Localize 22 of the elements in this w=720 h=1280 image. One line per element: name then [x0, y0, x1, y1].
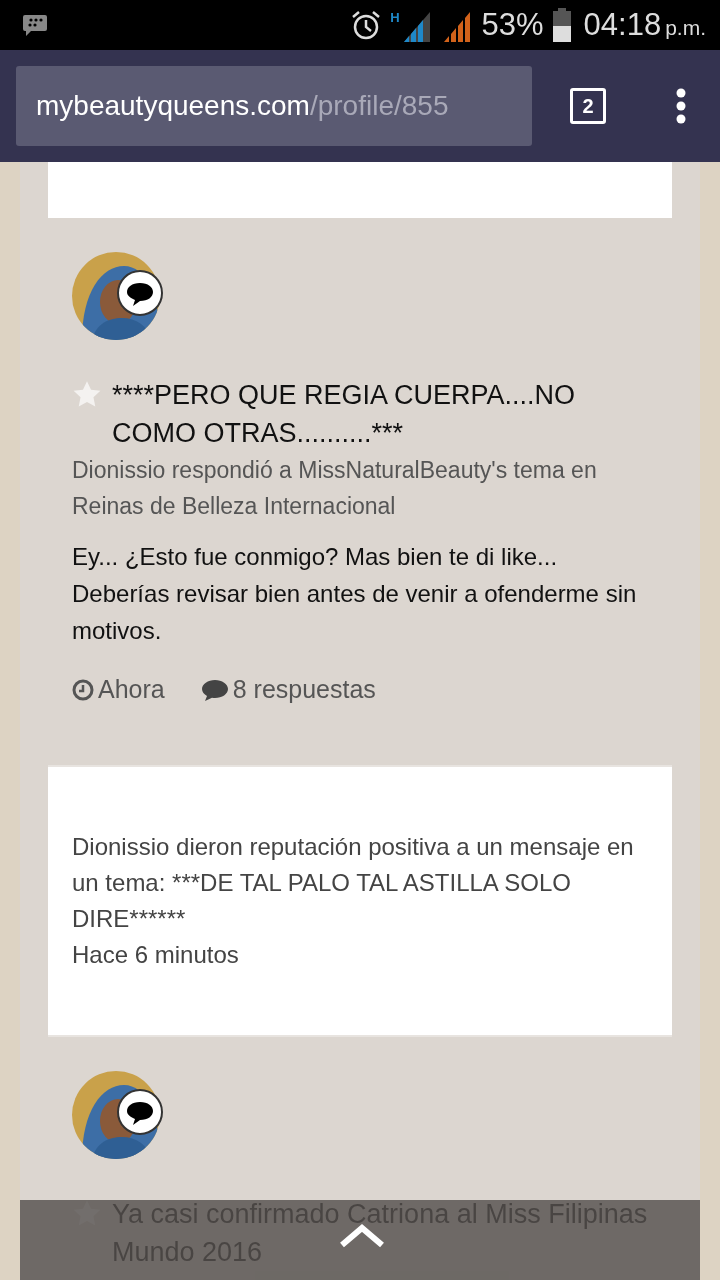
- tab-count-button[interactable]: 2: [570, 88, 606, 124]
- speech-bubble-icon: [116, 269, 164, 317]
- battery-percentage: 53%: [481, 5, 544, 44]
- post-excerpt: Ey... ¿Esto fue conmigo? Mas bien te di like... Deberías revisar bien antes de venir a ofenderme sin motivos.: [72, 542, 638, 646]
- menu-icon[interactable]: [676, 88, 686, 124]
- clock-period: p.m.: [665, 14, 706, 41]
- post-time: Ahora: [98, 674, 165, 705]
- battery-icon: [551, 8, 572, 42]
- post-meta: Dionissio respondió a MissNaturalBeauty's tema en Reinas de Belleza Internacional: [72, 456, 598, 521]
- network-type-label: H: [390, 8, 400, 27]
- chevron-up-icon[interactable]: [339, 1224, 385, 1248]
- notice-text: Dionissio dieron reputación positiva a un mensaje en un tema: ***DE TAL PALO TAL ASTILLA SOLO DIRE******: [72, 831, 635, 934]
- messenger-icon: [22, 13, 48, 37]
- speech-bubble-icon: [116, 1087, 164, 1136]
- address-bar[interactable]: mybeautyqueens.com/profile/855: [16, 66, 532, 146]
- post-title[interactable]: ****PERO QUE REGIA CUERPA....NO COMO OTRAS..........***: [112, 376, 648, 452]
- reply-count[interactable]: 8 respuestas: [232, 671, 376, 709]
- notice-time: Hace 6 minutos: [72, 939, 240, 970]
- clock-icon: [72, 678, 94, 701]
- star-icon: [72, 380, 102, 408]
- comment-icon: [200, 677, 229, 702]
- clock-time: 04:18: [583, 5, 662, 44]
